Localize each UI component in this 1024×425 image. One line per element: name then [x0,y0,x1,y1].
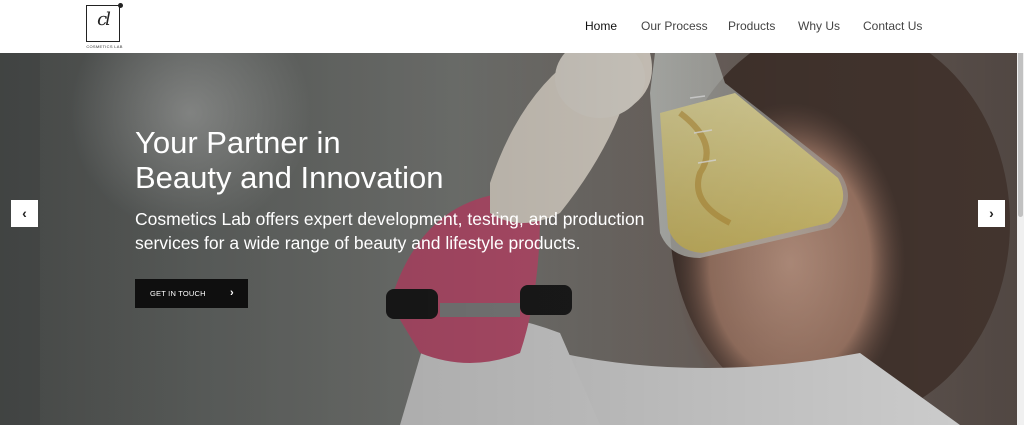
nav-home[interactable]: Home [585,19,617,33]
logo-dot [118,3,123,8]
hero-slider: Your Partner in Beauty and Innovation Co… [0,53,1017,425]
chevron-left-icon: ‹ [22,205,27,221]
chevron-right-icon: › [230,287,234,299]
slider-next-button[interactable]: › [978,200,1005,227]
chevron-right-icon: › [989,205,994,221]
page-scrollbar[interactable] [1017,0,1024,425]
site-header: cl COSMETICS LAB Home Our Process Produc… [0,0,1024,53]
nav-why-us[interactable]: Why Us [798,19,840,33]
nav-products[interactable]: Products [728,19,775,33]
hero-subtitle: Cosmetics Lab offers expert development,… [135,209,645,253]
logo-caption: COSMETICS LAB [86,44,123,49]
slider-prev-button[interactable]: ‹ [11,200,38,227]
nav-our-process[interactable]: Our Process [641,19,708,33]
hero-title: Your Partner in Beauty and Innovation [135,125,735,195]
nav-contact-us[interactable]: Contact Us [863,19,922,33]
main-nav: Home Our Process Products Why Us Contact… [0,19,1024,35]
hero-title-line-2: Beauty and Innovation [135,160,444,195]
hero-content: Your Partner in Beauty and Innovation Co… [135,125,735,255]
get-in-touch-button[interactable]: GET IN TOUCH › [135,279,248,308]
get-in-touch-label: GET IN TOUCH [150,289,206,298]
hero-title-line-1: Your Partner in [135,125,341,160]
